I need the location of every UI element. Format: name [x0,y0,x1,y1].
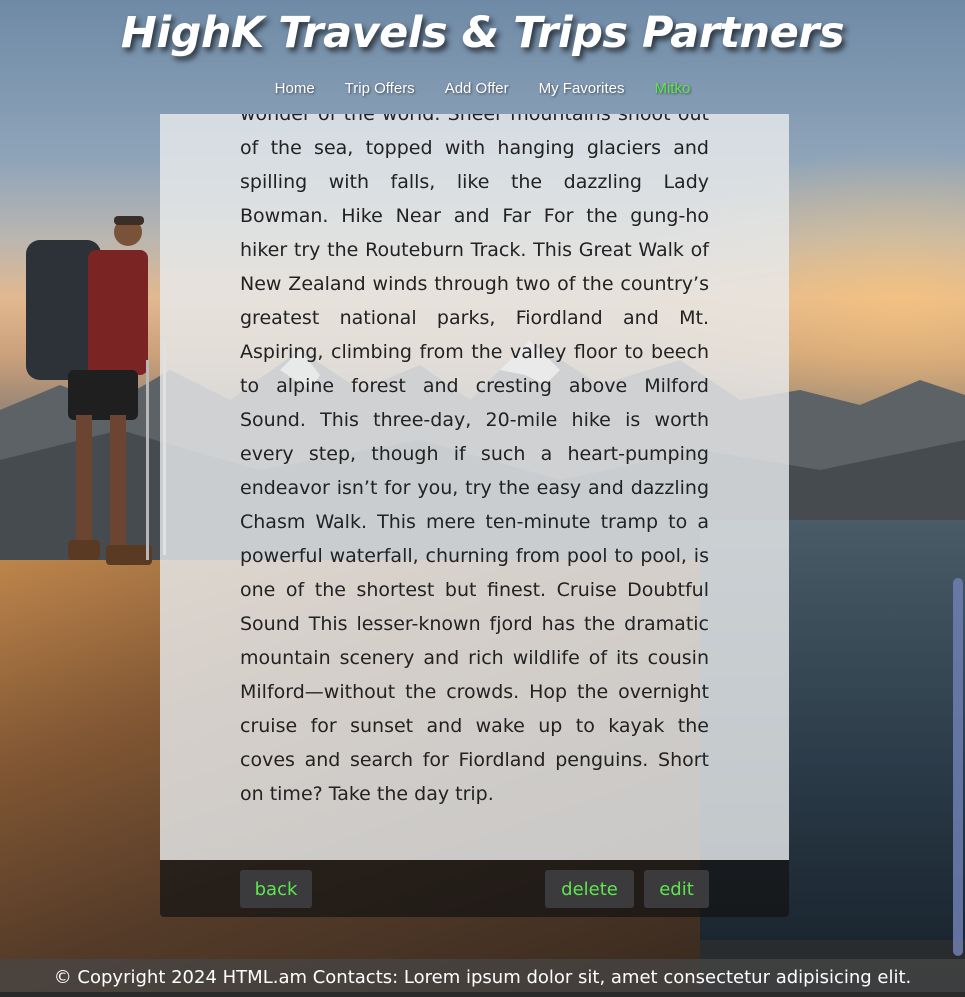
offer-actions-bar: back delete edit [160,860,789,917]
delete-button[interactable]: delete [545,870,634,908]
main-nav: Home Trip Offers Add Offer My Favorites … [0,80,965,97]
back-button[interactable]: back [240,870,312,908]
offer-details-card: wonder of the world. Sheer mountains sho… [160,114,789,860]
edit-button[interactable]: edit [644,870,709,908]
nav-my-favorites-link[interactable]: My Favorites [524,80,640,97]
nav-add-offer-link[interactable]: Add Offer [430,80,524,97]
scrollbar-thumb[interactable] [953,578,963,956]
nav-user-link[interactable]: Mitko [639,80,705,97]
nav-home-link[interactable]: Home [260,80,330,97]
nav-trip-offers-link[interactable]: Trip Offers [330,80,430,97]
page-footer: © Copyright 2024 HTML.am Contacts: Lorem… [0,959,965,992]
site-title: HighK Travels & Trips Partners [120,8,845,58]
offer-description: wonder of the world. Sheer mountains sho… [240,114,709,805]
